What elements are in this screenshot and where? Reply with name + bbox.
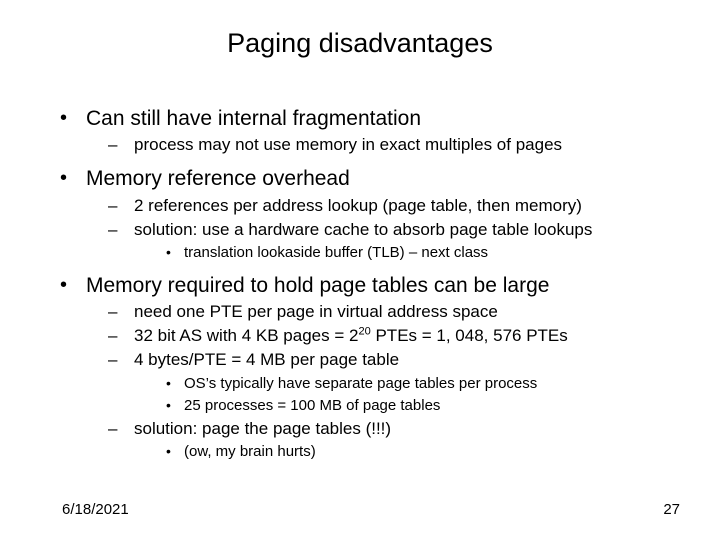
bullet-l2: solution: use a hardware cache to absorb… [108,219,678,263]
bullet-l2: solution: page the page tables (!!!) (ow… [108,418,678,462]
bullet-l2: 4 bytes/PTE = 4 MB per page table OS’s t… [108,349,678,416]
slide: Paging disadvantages Can still have inte… [0,0,720,540]
bullet-l2: process may not use memory in exact mult… [108,134,678,156]
bullet-l3: (ow, my brain hurts) [164,442,678,462]
bullet-text: need one PTE per page in virtual address… [134,302,498,321]
bullet-text: process may not use memory in exact mult… [134,135,562,154]
bullet-l3: 25 processes = 100 MB of page tables [164,396,678,416]
bullet-l2: 2 references per address lookup (page ta… [108,195,678,217]
bullet-text: solution: use a hardware cache to absorb… [134,220,592,239]
superscript: 20 [358,326,370,338]
bullet-text: 4 bytes/PTE = 4 MB per page table [134,350,399,369]
bullet-l1: Memory required to hold page tables can … [58,273,678,462]
bullet-l2: need one PTE per page in virtual address… [108,301,678,323]
bullet-text: Memory required to hold page tables can … [86,274,549,297]
bullet-text: 32 bit AS with 4 KB pages = 2 [134,326,358,345]
slide-title: Paging disadvantages [0,28,720,59]
bullet-text: 2 references per address lookup (page ta… [134,196,582,215]
footer-date: 6/18/2021 [62,501,129,518]
bullet-text: solution: page the page tables (!!!) [134,419,391,438]
bullet-l1: Memory reference overhead 2 references p… [58,166,678,263]
bullet-l3: OS’s typically have separate page tables… [164,374,678,394]
bullet-l1: Can still have internal fragmentation pr… [58,106,678,156]
bullet-l2: 32 bit AS with 4 KB pages = 220 PTEs = 1… [108,325,678,347]
bullet-text: translation lookaside buffer (TLB) – nex… [184,244,488,261]
bullet-text: PTEs = 1, 048, 576 PTEs [371,326,568,345]
bullet-text: 25 processes = 100 MB of page tables [184,397,440,414]
bullet-text: (ow, my brain hurts) [184,443,316,460]
bullet-l3: translation lookaside buffer (TLB) – nex… [164,243,678,263]
slide-body: Can still have internal fragmentation pr… [58,106,678,462]
bullet-text: Memory reference overhead [86,167,350,190]
bullet-text: OS’s typically have separate page tables… [184,375,537,392]
bullet-text: Can still have internal fragmentation [86,107,421,130]
footer-page-number: 27 [663,501,680,518]
